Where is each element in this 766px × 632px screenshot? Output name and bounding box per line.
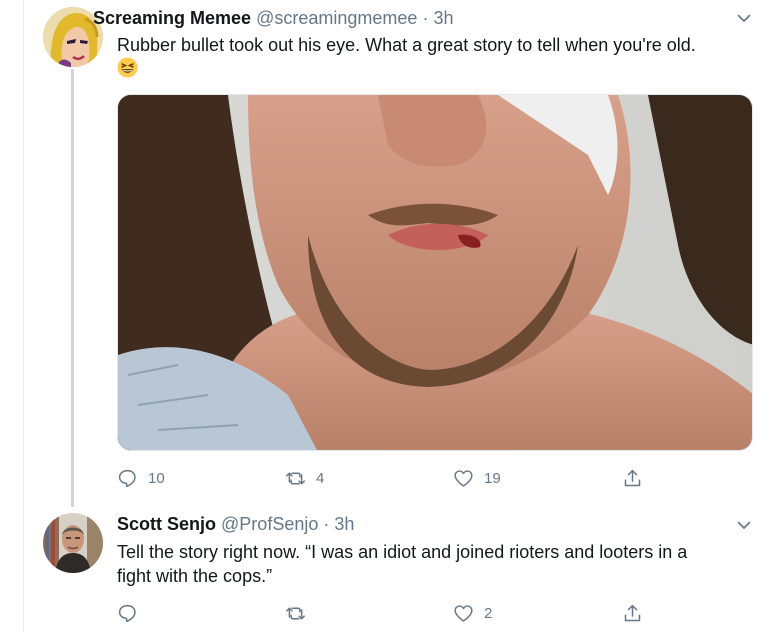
like-count: 2 [484, 604, 493, 622]
chevron-down-icon[interactable] [737, 518, 751, 532]
separator: · [422, 8, 429, 28]
heart-icon [454, 469, 473, 487]
reply-count: 10 [148, 469, 165, 487]
tweet-text: Tell the story right now. “I was an idio… [117, 540, 726, 588]
tweet-photo[interactable] [117, 94, 753, 451]
share-button[interactable] [622, 602, 643, 624]
display-name[interactable]: Screaming Memee [93, 8, 251, 28]
reply-button[interactable]: 10 [117, 467, 165, 489]
share-icon [624, 604, 641, 621]
tweet-actions: 10 4 19 [117, 467, 657, 489]
handle[interactable]: @ProfSenjo [221, 514, 318, 534]
like-button[interactable]: 2 [453, 602, 492, 624]
tweet-text-content: Rubber bullet took out his eye. What a g… [117, 35, 696, 55]
handle[interactable]: @screamingmemee [256, 8, 417, 28]
retweet-icon [286, 472, 305, 484]
share-button[interactable] [622, 467, 643, 489]
tweet-header: Screaming Memee @screamingmemee · 3h [93, 7, 453, 29]
like-button[interactable]: 19 [453, 467, 501, 489]
separator: · [323, 514, 330, 534]
retweet-icon [286, 607, 305, 619]
tweet-text: Rubber bullet took out his eye. What a g… [117, 33, 726, 81]
retweet-count: 4 [316, 469, 325, 487]
heart-icon [454, 604, 473, 622]
retweet-button[interactable] [285, 602, 316, 624]
retweet-button[interactable]: 4 [285, 467, 324, 489]
display-name[interactable]: Scott Senjo [117, 514, 216, 534]
grinning-squinting-face-icon [117, 57, 138, 78]
share-icon [624, 469, 641, 486]
reply-button[interactable] [117, 602, 148, 624]
reply-icon [118, 604, 136, 622]
tweet-header: Scott Senjo @ProfSenjo · 3h [117, 513, 354, 535]
avatar[interactable] [43, 513, 103, 573]
like-count: 19 [484, 469, 501, 487]
thread-line [71, 69, 74, 507]
tweet-actions: 2 [117, 602, 657, 624]
reply-icon [118, 469, 136, 487]
tweet-text-content: Tell the story right now. “I was an idio… [117, 542, 688, 586]
chevron-down-icon[interactable] [737, 11, 751, 25]
timestamp[interactable]: 3h [334, 514, 354, 534]
timestamp[interactable]: 3h [433, 8, 453, 28]
